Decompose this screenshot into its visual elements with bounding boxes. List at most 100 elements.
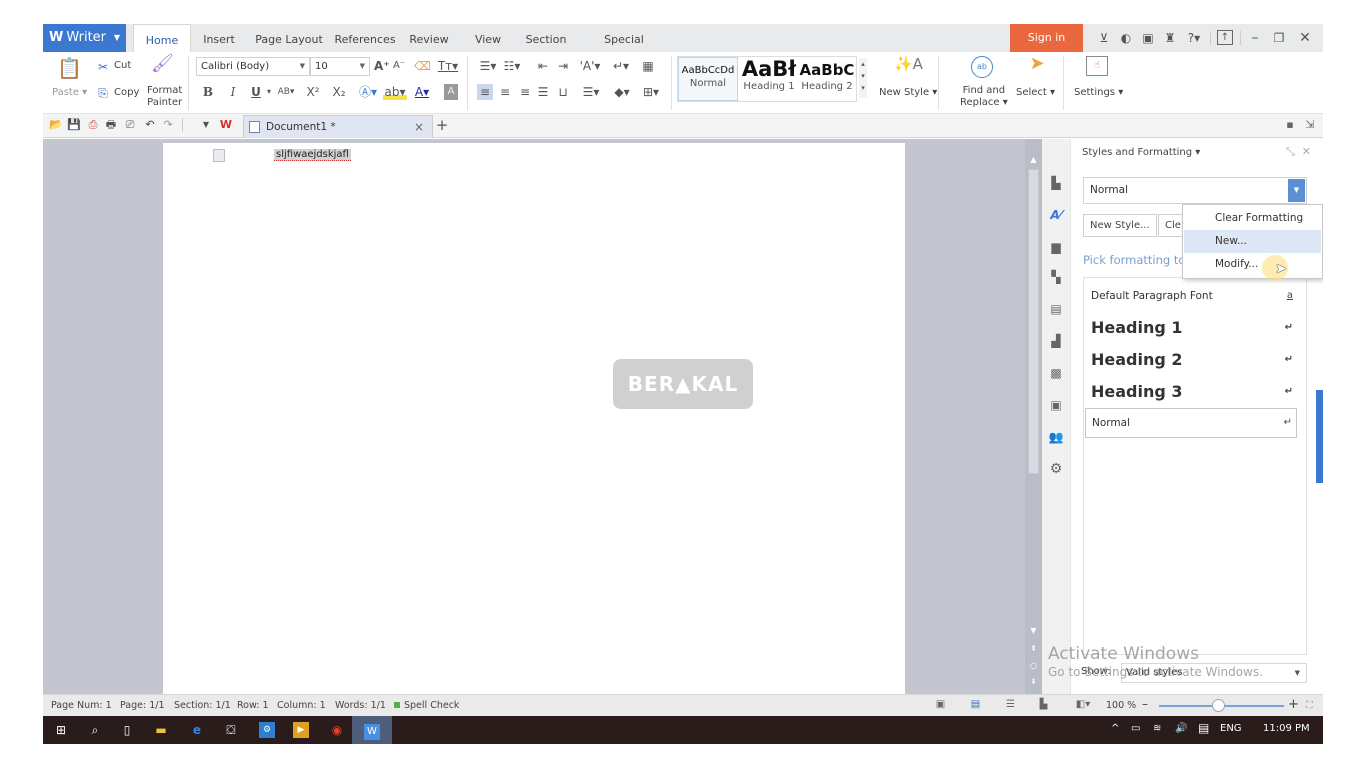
- media-app-icon[interactable]: ▶: [293, 722, 309, 738]
- next-page-icon[interactable]: ⇟: [1025, 677, 1042, 686]
- outline-view-icon[interactable]: ☰: [1004, 699, 1017, 711]
- export-pdf-icon[interactable]: ⎙: [86, 118, 100, 132]
- shading-icon[interactable]: ◆▾: [611, 84, 633, 100]
- tab-insert[interactable]: Insert: [196, 24, 242, 52]
- zoom-slider-handle[interactable]: [1212, 699, 1225, 712]
- style-list-item[interactable]: Heading 3 ↵: [1085, 379, 1297, 405]
- wps-logo-icon[interactable]: W: [219, 118, 233, 132]
- spell-check-button[interactable]: Spell Check: [404, 700, 459, 711]
- shrink-font-icon[interactable]: A⁻: [392, 58, 406, 74]
- text-outline-icon[interactable]: Ⓐ▾: [357, 84, 379, 100]
- backup-icon[interactable]: ▟: [1048, 333, 1064, 349]
- language-indicator[interactable]: ENG: [1220, 723, 1242, 734]
- panel-title[interactable]: Styles and Formatting ▾: [1082, 147, 1200, 158]
- sync-icon[interactable]: ▣: [1140, 29, 1156, 47]
- change-case-icon[interactable]: 'A'▾: [578, 58, 602, 74]
- web-view-icon[interactable]: ▙: [1037, 699, 1050, 711]
- gallery-scroll[interactable]: ▴ ▾ ▾: [859, 58, 867, 98]
- scroll-up-icon[interactable]: ▲: [1025, 155, 1042, 164]
- new-style-panel-button[interactable]: New Style...: [1083, 214, 1157, 237]
- borders-icon[interactable]: ⊞▾: [639, 84, 663, 100]
- tab-references[interactable]: References: [333, 24, 397, 52]
- decrease-indent-icon[interactable]: ⇤: [535, 58, 551, 74]
- start-icon[interactable]: ⊞: [53, 722, 69, 738]
- italic-button[interactable]: I: [226, 84, 240, 100]
- highlight-icon[interactable]: ab▾: [383, 84, 407, 100]
- sign-in-button[interactable]: Sign in: [1010, 24, 1083, 52]
- prev-page-icon[interactable]: ⇞: [1025, 644, 1042, 653]
- underline-button[interactable]: U: [249, 84, 263, 100]
- clock[interactable]: 11:09 PM: [1263, 723, 1310, 734]
- style-heading-1[interactable]: AaBł Heading 1: [740, 57, 798, 101]
- font-color-icon[interactable]: A▾: [411, 84, 433, 100]
- redo-icon[interactable]: ↷: [161, 118, 175, 132]
- bullets-icon[interactable]: ☰▾: [477, 58, 499, 74]
- select-button[interactable]: Select ▾: [1016, 87, 1055, 98]
- eye-protection-icon[interactable]: ◧▾: [1072, 699, 1094, 711]
- increase-indent-icon[interactable]: ⇥: [555, 58, 571, 74]
- paste-button[interactable]: Paste ▾: [52, 87, 87, 98]
- line-spacing-icon[interactable]: ☰▾: [580, 84, 602, 100]
- menu-item-new[interactable]: New...: [1184, 230, 1321, 253]
- file-explorer-icon[interactable]: ▬: [153, 722, 169, 738]
- clear-format-icon[interactable]: ⌫: [414, 58, 431, 74]
- print-icon[interactable]: 🖶: [104, 118, 118, 132]
- tab-home[interactable]: Home: [133, 24, 191, 52]
- style-list-item[interactable]: Default Paragraph Font a: [1085, 286, 1297, 306]
- show-filter-select[interactable]: Valid styles ▼: [1121, 663, 1307, 683]
- table-icon[interactable]: ▦: [640, 58, 656, 74]
- people-icon[interactable]: 👥: [1048, 429, 1064, 445]
- chevron-down-icon[interactable]: ▾: [265, 84, 273, 100]
- align-right-icon[interactable]: ≡: [517, 84, 533, 100]
- text-effect-icon[interactable]: Tт▾: [434, 58, 462, 74]
- minimize-icon[interactable]: –: [1247, 29, 1263, 47]
- document-text[interactable]: sljfiwaejdskjafl: [274, 149, 351, 161]
- tab-page-layout[interactable]: Page Layout: [253, 24, 325, 52]
- action-center-icon[interactable]: ▤: [1198, 721, 1209, 735]
- cut-button[interactable]: Cut: [114, 60, 131, 71]
- strikethrough-button[interactable]: AB▾: [275, 84, 297, 100]
- tab-review[interactable]: Review: [405, 24, 453, 52]
- vertical-scrollbar[interactable]: ▲ ▼ ⇞ ○ ⇟: [1025, 139, 1042, 694]
- new-tab-icon[interactable]: +: [435, 118, 449, 133]
- tab-view[interactable]: View: [469, 24, 507, 52]
- skin-icon[interactable]: ◐: [1118, 29, 1134, 47]
- image-icon[interactable]: ▩: [1048, 365, 1064, 381]
- font-size-select[interactable]: 10 ▼: [310, 57, 370, 76]
- wps-writer-icon[interactable]: W: [352, 716, 392, 744]
- show-hidden-icons[interactable]: ^: [1111, 723, 1119, 734]
- wifi-icon[interactable]: ≋: [1153, 723, 1161, 734]
- chrome-icon[interactable]: ◉: [329, 722, 345, 738]
- cart-icon[interactable]: ⊻: [1096, 29, 1112, 47]
- style-heading-2[interactable]: AaBbC Heading 2: [798, 57, 856, 101]
- document-properties-icon[interactable]: ▚: [1048, 269, 1064, 285]
- justify-icon[interactable]: ☰: [535, 84, 551, 100]
- tab-special-features[interactable]: Special Features: [581, 24, 667, 78]
- help-icon[interactable]: ?▾: [1183, 29, 1205, 47]
- document-page[interactable]: sljfiwaejdskjafl: [163, 143, 905, 703]
- chevron-down-icon[interactable]: ▼: [199, 118, 213, 132]
- paragraph-mark-icon[interactable]: ↵▾: [610, 58, 632, 74]
- gear-icon[interactable]: ⚙: [1048, 461, 1064, 477]
- bold-button[interactable]: B: [201, 84, 215, 100]
- document-tab[interactable]: Document1 * ×: [243, 115, 433, 138]
- copy-button[interactable]: Copy: [114, 87, 139, 98]
- settings-app-icon[interactable]: ⚙: [259, 722, 275, 738]
- scrollbar-thumb[interactable]: [1028, 169, 1039, 474]
- align-left-icon[interactable]: ≡: [477, 84, 493, 100]
- task-view-icon[interactable]: ▯: [119, 722, 135, 738]
- style-list-item[interactable]: Heading 2 ↵: [1085, 347, 1297, 373]
- restore-icon[interactable]: ❐: [1271, 29, 1287, 47]
- menu-item-modify[interactable]: Modify...: [1184, 253, 1321, 276]
- save-icon[interactable]: 💾: [67, 118, 81, 132]
- battery-icon[interactable]: ▭: [1131, 723, 1140, 734]
- new-style-button[interactable]: New Style ▾: [879, 87, 937, 98]
- panel-edge-handle[interactable]: [1316, 390, 1323, 483]
- paragraph-options-icon[interactable]: [213, 149, 225, 162]
- panel-toggle-icon[interactable]: ▪: [1283, 118, 1297, 132]
- fit-page-icon[interactable]: ⛶: [1306, 700, 1313, 711]
- upload-icon[interactable]: ↑: [1217, 30, 1233, 45]
- close-panel-icon[interactable]: ✕: [1302, 145, 1311, 158]
- subscript-button[interactable]: X₂: [330, 84, 348, 100]
- tab-section[interactable]: Section: [522, 24, 570, 52]
